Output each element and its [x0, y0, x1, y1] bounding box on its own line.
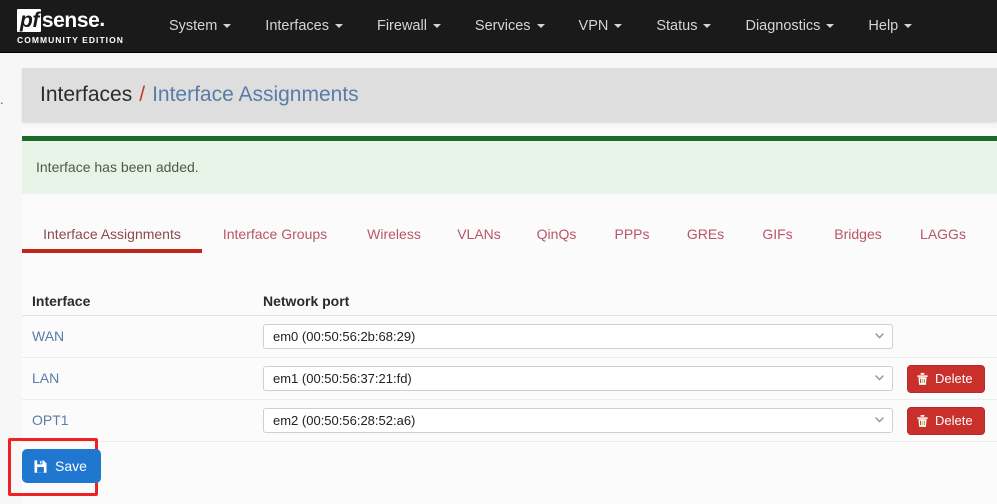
- column-header-interface: Interface: [32, 292, 91, 309]
- tab-label: LAGGs: [920, 226, 966, 242]
- tab-gifs[interactable]: GIFs: [742, 220, 813, 253]
- tab-label: GREs: [686, 226, 725, 242]
- port-cell-opt1: em2 (00:50:56:28:52:a6) Delete: [263, 406, 997, 435]
- breadcrumb-current[interactable]: Interface Assignments: [152, 83, 359, 107]
- tab-ppps[interactable]: PPPs: [595, 220, 669, 253]
- nav-item-interfaces[interactable]: Interfaces: [248, 0, 360, 53]
- chevron-down-icon: [826, 24, 835, 28]
- breadcrumb-bar: Interfaces / Interface Assignments: [22, 68, 997, 122]
- alert-message: Interface has been added.: [36, 159, 199, 175]
- column-header-network-port: Network port: [263, 292, 350, 309]
- pfsense-logo[interactable]: pf sense . COMMUNITY EDITION: [17, 4, 124, 48]
- interface-cell-opt1: OPT1: [22, 412, 263, 430]
- tab-bridges[interactable]: Bridges: [813, 220, 903, 253]
- chevron-down-icon: [703, 24, 712, 28]
- chevron-down-icon: [614, 24, 623, 28]
- nav-label-status: Status: [656, 18, 698, 34]
- breadcrumb-parent[interactable]: Interfaces: [40, 83, 132, 107]
- brand-subtitle: COMMUNITY EDITION: [17, 34, 124, 45]
- nav-label-system: System: [168, 18, 218, 34]
- table-row: WAN em0 (00:50:56:2b:68:29): [22, 316, 997, 358]
- nav-item-firewall[interactable]: Firewall: [360, 0, 458, 53]
- nav-label-services: Services: [474, 18, 531, 34]
- table-header-row: Interface Network port: [22, 286, 997, 316]
- nav-item-diagnostics[interactable]: Diagnostics: [728, 0, 851, 53]
- network-port-select-wrapper-lan: em1 (00:50:56:37:21:fd): [263, 366, 893, 391]
- content-panel: Interface has been added. Interface Assi…: [8, 128, 997, 504]
- chevron-down-icon: [432, 24, 441, 28]
- chevron-down-icon: [334, 24, 343, 28]
- interface-link-lan[interactable]: LAN: [32, 370, 59, 386]
- breadcrumb-separator: /: [139, 83, 146, 106]
- brand-dot: .: [99, 8, 106, 31]
- success-alert: Interface has been added.: [22, 136, 997, 194]
- tab-interface-groups[interactable]: Interface Groups: [202, 220, 348, 253]
- nav-label-diagnostics: Diagnostics: [745, 18, 821, 34]
- breadcrumb: Interfaces / Interface Assignments: [40, 83, 359, 107]
- interface-assignments-table: Interface Network port WAN em0 (00:50:56…: [22, 286, 997, 442]
- nav-menu: System Interfaces Firewall Services VPN …: [152, 0, 929, 53]
- floppy-disk-icon: [34, 459, 47, 473]
- interface-cell-lan: LAN: [22, 370, 263, 388]
- interface-cell-wan: WAN: [22, 328, 263, 346]
- tab-gres[interactable]: GREs: [669, 220, 742, 253]
- interface-link-opt1[interactable]: OPT1: [32, 412, 69, 428]
- nav-label-interfaces: Interfaces: [265, 18, 329, 34]
- nav-label-help: Help: [868, 18, 899, 34]
- save-button[interactable]: Save: [22, 449, 101, 483]
- brand-wordmark: pf sense .: [17, 8, 124, 33]
- tab-label: Wireless: [367, 226, 421, 242]
- nav-item-system[interactable]: System: [152, 0, 248, 53]
- nav-item-vpn[interactable]: VPN: [562, 0, 640, 53]
- delete-button-label: Delete: [935, 371, 973, 386]
- delete-button-label: Delete: [935, 413, 973, 428]
- save-button-label: Save: [55, 458, 87, 474]
- tab-qinqs[interactable]: QinQs: [518, 220, 595, 253]
- network-port-select-wrapper-opt1: em2 (00:50:56:28:52:a6): [263, 408, 893, 433]
- nav-label-firewall: Firewall: [376, 18, 427, 34]
- tab-vlans[interactable]: VLANs: [440, 220, 518, 253]
- tab-label: Bridges: [834, 226, 882, 242]
- nav-item-status[interactable]: Status: [639, 0, 728, 53]
- top-navbar: pf sense . COMMUNITY EDITION System Inte…: [0, 0, 997, 53]
- tab-label: PPPs: [614, 226, 650, 242]
- tab-label: Interface Groups: [222, 226, 328, 242]
- port-cell-lan: em1 (00:50:56:37:21:fd) Delete: [263, 364, 997, 393]
- nav-label-vpn: VPN: [578, 18, 609, 34]
- nav-item-help[interactable]: Help: [851, 0, 929, 53]
- nav-item-services[interactable]: Services: [458, 0, 562, 53]
- tab-interface-assignments[interactable]: Interface Assignments: [22, 220, 202, 253]
- tab-laggs[interactable]: LAGGs: [903, 220, 983, 253]
- tab-label: VLANs: [457, 226, 501, 242]
- chevron-down-icon: [536, 24, 545, 28]
- interface-link-wan[interactable]: WAN: [32, 328, 64, 344]
- table-row: OPT1 em2 (00:50:56:28:52:a6) Delete: [22, 400, 997, 442]
- chevron-down-icon: [223, 24, 232, 28]
- trash-icon: [917, 372, 928, 385]
- tab-bar: Interface Assignments Interface Groups W…: [22, 220, 997, 262]
- delete-button-opt1[interactable]: Delete: [907, 406, 985, 435]
- network-port-select-wrapper-wan: em0 (00:50:56:2b:68:29): [263, 324, 893, 349]
- table-row: LAN em1 (00:50:56:37:21:fd) Delete: [22, 358, 997, 400]
- chevron-down-icon: [904, 24, 913, 28]
- tab-label: Interface Assignments: [43, 226, 181, 242]
- port-cell-wan: em0 (00:50:56:2b:68:29): [263, 324, 997, 349]
- brand-pf-mark: pf: [17, 8, 41, 32]
- brand-sense-text: sense: [41, 8, 100, 32]
- delete-button-lan[interactable]: Delete: [907, 364, 985, 393]
- network-port-select-opt1[interactable]: em2 (00:50:56:28:52:a6): [263, 408, 893, 433]
- tab-wireless[interactable]: Wireless: [348, 220, 440, 253]
- tab-label: QinQs: [536, 226, 577, 242]
- network-port-select-wan[interactable]: em0 (00:50:56:2b:68:29): [263, 324, 893, 349]
- trash-icon: [917, 414, 928, 427]
- network-port-select-lan[interactable]: em1 (00:50:56:37:21:fd): [263, 366, 893, 391]
- page-edge-artifact: .: [0, 92, 4, 104]
- tab-label: GIFs: [762, 226, 793, 242]
